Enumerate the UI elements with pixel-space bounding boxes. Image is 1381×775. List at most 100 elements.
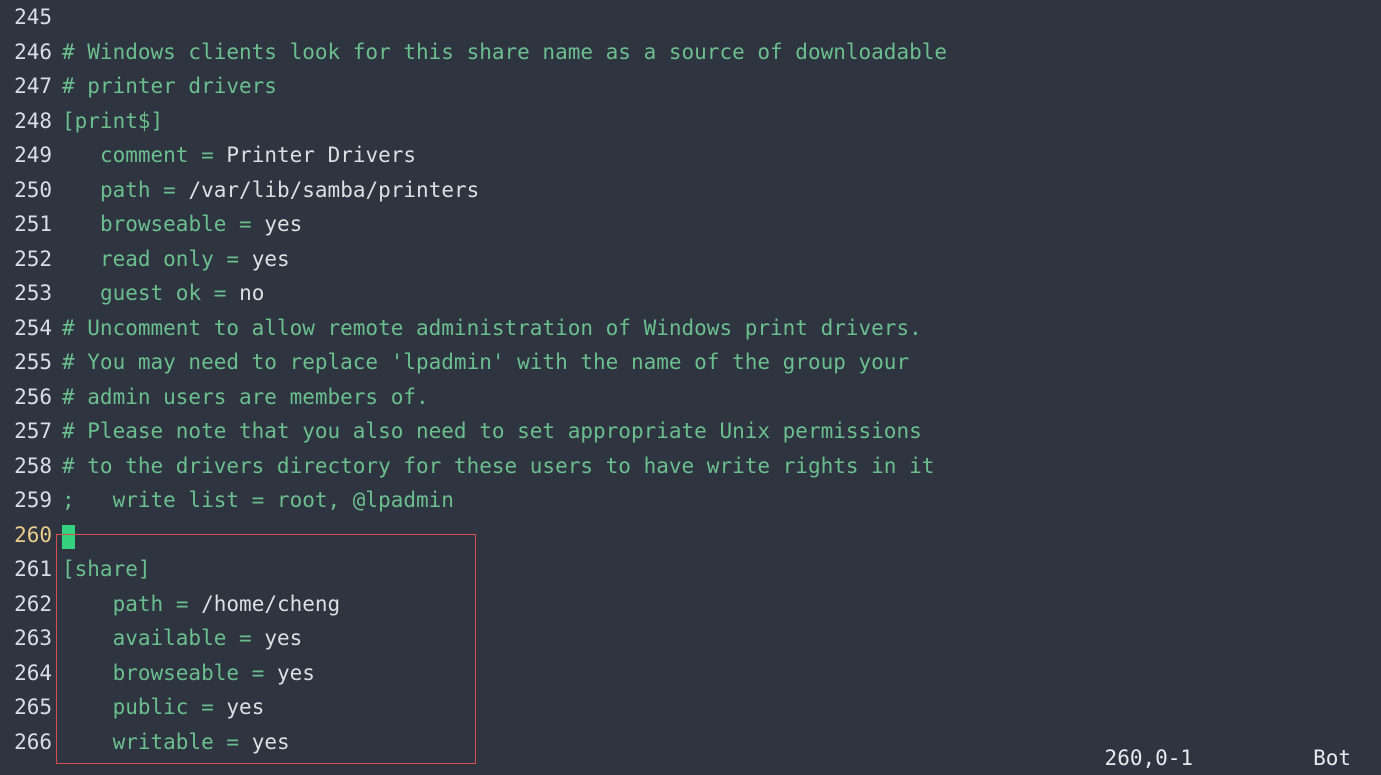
code-line[interactable]: 246# Windows clients look for this share… xyxy=(0,35,1381,70)
line-number: 251 xyxy=(0,207,62,242)
code-content[interactable]: ; write list = root, @lpadmin xyxy=(62,483,1381,518)
code-content[interactable]: # Uncomment to allow remote administrati… xyxy=(62,311,1381,346)
token: = xyxy=(239,212,252,236)
code-line[interactable]: 259; write list = root, @lpadmin xyxy=(0,483,1381,518)
token xyxy=(214,695,227,719)
token: = xyxy=(201,143,214,167)
token: # You may need to replace 'lpadmin' with… xyxy=(62,350,909,374)
code-content[interactable]: browseable = yes xyxy=(62,207,1381,242)
code-line[interactable]: 261[share] xyxy=(0,552,1381,587)
code-content[interactable]: # You may need to replace 'lpadmin' with… xyxy=(62,345,1381,380)
token: browseable xyxy=(100,212,226,236)
token: yes xyxy=(264,626,302,650)
token: /var/lib/samba/printers xyxy=(188,178,479,202)
token xyxy=(252,212,265,236)
token: = xyxy=(176,592,189,616)
token xyxy=(151,178,164,202)
token: comment xyxy=(100,143,189,167)
line-number: 246 xyxy=(0,35,62,70)
code-line[interactable]: 264 browseable = yes xyxy=(0,656,1381,691)
token xyxy=(239,247,252,271)
token xyxy=(62,281,100,305)
code-line[interactable]: 254# Uncomment to allow remote administr… xyxy=(0,311,1381,346)
token xyxy=(226,212,239,236)
code-line[interactable]: 247# printer drivers xyxy=(0,69,1381,104)
code-content[interactable]: available = yes xyxy=(62,621,1381,656)
code-line[interactable]: 265 public = yes xyxy=(0,690,1381,725)
line-number: 249 xyxy=(0,138,62,173)
line-number: 255 xyxy=(0,345,62,380)
line-number: 263 xyxy=(0,621,62,656)
token: [share] xyxy=(62,557,151,581)
token: # to the drivers directory for these use… xyxy=(62,454,934,478)
token xyxy=(62,143,100,167)
code-line[interactable]: 251 browseable = yes xyxy=(0,207,1381,242)
token xyxy=(226,626,239,650)
token: [print$] xyxy=(62,109,163,133)
code-content[interactable] xyxy=(62,518,1381,553)
line-number: 257 xyxy=(0,414,62,449)
line-number: 258 xyxy=(0,449,62,484)
token: no xyxy=(239,281,264,305)
token xyxy=(214,143,227,167)
code-line[interactable]: 262 path = /home/cheng xyxy=(0,587,1381,622)
token xyxy=(62,626,113,650)
token: available xyxy=(113,626,227,650)
vim-status-bar: 260,0-1 Bot xyxy=(0,741,1381,775)
line-number: 262 xyxy=(0,587,62,622)
code-content[interactable]: # Please note that you also need to set … xyxy=(62,414,1381,449)
token xyxy=(176,178,189,202)
line-number: 265 xyxy=(0,690,62,725)
code-content[interactable]: # Windows clients look for this share na… xyxy=(62,35,1381,70)
line-number: 261 xyxy=(0,552,62,587)
code-content[interactable]: # printer drivers xyxy=(62,69,1381,104)
token: read only xyxy=(100,247,214,271)
code-line[interactable]: 252 read only = yes xyxy=(0,242,1381,277)
code-line[interactable]: 245 xyxy=(0,0,1381,35)
token: ; write list = root, @lpadmin xyxy=(62,488,454,512)
token: browseable xyxy=(113,661,239,685)
code-line[interactable]: 257# Please note that you also need to s… xyxy=(0,414,1381,449)
code-content[interactable]: guest ok = no xyxy=(62,276,1381,311)
code-line[interactable]: 255# You may need to replace 'lpadmin' w… xyxy=(0,345,1381,380)
code-content[interactable]: # to the drivers directory for these use… xyxy=(62,449,1381,484)
token xyxy=(188,143,201,167)
token: Printer Drivers xyxy=(226,143,416,167)
code-line[interactable]: 250 path = /var/lib/samba/printers xyxy=(0,173,1381,208)
token: yes xyxy=(277,661,315,685)
token xyxy=(62,661,113,685)
code-content[interactable]: path = /var/lib/samba/printers xyxy=(62,173,1381,208)
line-number: 264 xyxy=(0,656,62,691)
code-line[interactable]: 248[print$] xyxy=(0,104,1381,139)
token: yes xyxy=(252,247,290,271)
code-content[interactable]: public = yes xyxy=(62,690,1381,725)
line-number: 247 xyxy=(0,69,62,104)
code-content[interactable]: comment = Printer Drivers xyxy=(62,138,1381,173)
code-content[interactable]: read only = yes xyxy=(62,242,1381,277)
token xyxy=(188,592,201,616)
line-number: 250 xyxy=(0,173,62,208)
code-content[interactable]: [print$] xyxy=(62,104,1381,139)
code-line[interactable]: 260 xyxy=(0,518,1381,553)
line-number: 252 xyxy=(0,242,62,277)
code-line[interactable]: 256# admin users are members of. xyxy=(0,380,1381,415)
code-line[interactable]: 263 available = yes xyxy=(0,621,1381,656)
token xyxy=(62,592,113,616)
token: = xyxy=(201,695,214,719)
code-content[interactable]: [share] xyxy=(62,552,1381,587)
code-line[interactable]: 249 comment = Printer Drivers xyxy=(0,138,1381,173)
token xyxy=(239,661,252,685)
token: # Please note that you also need to set … xyxy=(62,419,922,443)
token: # printer drivers xyxy=(62,74,277,98)
token xyxy=(264,661,277,685)
code-line[interactable]: 258# to the drivers directory for these … xyxy=(0,449,1381,484)
code-content[interactable]: browseable = yes xyxy=(62,656,1381,691)
code-content[interactable]: path = /home/cheng xyxy=(62,587,1381,622)
code-content[interactable]: # admin users are members of. xyxy=(62,380,1381,415)
code-line[interactable]: 253 guest ok = no xyxy=(0,276,1381,311)
line-number: 245 xyxy=(0,0,62,35)
editor-viewport[interactable]: 245246# Windows clients look for this sh… xyxy=(0,0,1381,775)
scroll-position: Bot xyxy=(1313,741,1351,775)
token xyxy=(62,212,100,236)
token xyxy=(226,281,239,305)
